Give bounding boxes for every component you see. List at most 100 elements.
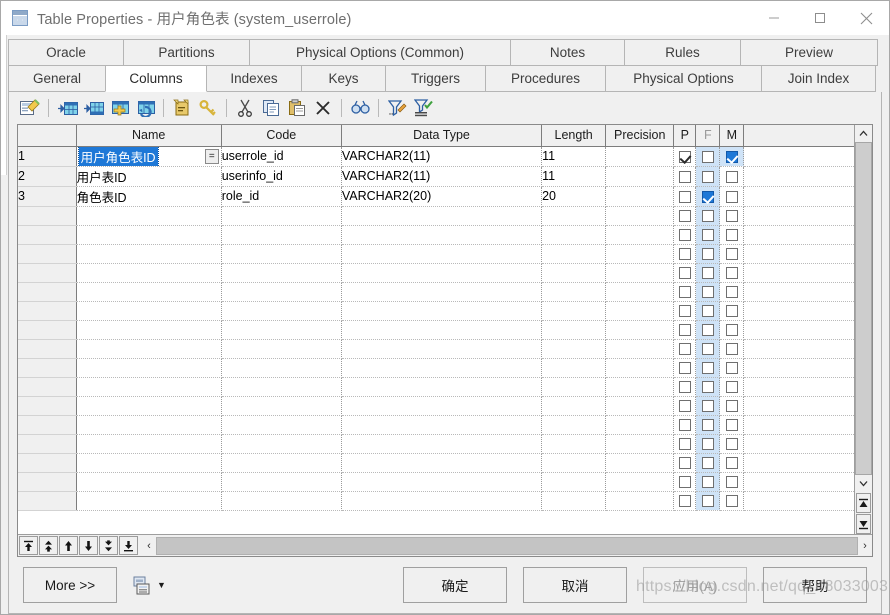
cell-empty[interactable] bbox=[541, 453, 607, 473]
cell-foreign-key-box[interactable] bbox=[701, 495, 714, 508]
table-row-empty[interactable] bbox=[18, 491, 854, 511]
cell-mandatory[interactable] bbox=[719, 415, 745, 435]
cell-empty[interactable] bbox=[541, 282, 607, 302]
cell-empty[interactable] bbox=[605, 339, 675, 359]
cell-mandatory[interactable] bbox=[719, 491, 745, 511]
cell-primary-key-box[interactable] bbox=[678, 150, 691, 163]
cell-primary-key[interactable] bbox=[673, 453, 697, 473]
row-number[interactable]: 3 bbox=[18, 186, 77, 207]
cell-empty[interactable] bbox=[541, 244, 607, 264]
cell-mandatory-box[interactable] bbox=[725, 190, 738, 203]
cell-mandatory[interactable] bbox=[719, 434, 745, 454]
cell-empty[interactable] bbox=[221, 358, 342, 378]
cell-empty[interactable] bbox=[605, 377, 675, 397]
cell-empty[interactable] bbox=[221, 320, 342, 340]
row-number[interactable] bbox=[18, 415, 77, 435]
cell-mandatory-box[interactable] bbox=[725, 457, 738, 470]
cell-primary-key-box[interactable] bbox=[678, 476, 691, 489]
cell-foreign-key[interactable] bbox=[695, 491, 721, 511]
cell-primary-key-box[interactable] bbox=[678, 324, 691, 337]
cell-empty[interactable] bbox=[605, 301, 675, 321]
cell-name[interactable]: 用户表ID bbox=[76, 166, 222, 187]
cell-mandatory-box[interactable] bbox=[725, 248, 738, 261]
cell-empty[interactable] bbox=[76, 339, 222, 359]
more-button[interactable]: More >> bbox=[23, 567, 117, 603]
cell-foreign-key[interactable] bbox=[695, 339, 721, 359]
cell-length[interactable]: 11 bbox=[541, 166, 607, 187]
cell-primary-key-box[interactable] bbox=[678, 229, 691, 242]
cell-foreign-key-box[interactable] bbox=[701, 170, 714, 183]
move-down-button[interactable] bbox=[79, 536, 98, 555]
cell-primary-key-box[interactable] bbox=[678, 438, 691, 451]
cell-foreign-key[interactable] bbox=[695, 396, 721, 416]
cell-mandatory-box[interactable] bbox=[725, 267, 738, 280]
cell-empty[interactable] bbox=[605, 396, 675, 416]
cell-empty[interactable] bbox=[605, 206, 675, 226]
cell-primary-key[interactable] bbox=[673, 358, 697, 378]
cell-empty[interactable] bbox=[221, 339, 342, 359]
replicate-row-icon[interactable] bbox=[132, 96, 158, 120]
cell-empty[interactable] bbox=[341, 358, 543, 378]
move-down-block-button[interactable] bbox=[99, 536, 118, 555]
cell-primary-key[interactable] bbox=[673, 263, 697, 283]
cell-empty[interactable] bbox=[221, 225, 342, 245]
cell-empty[interactable] bbox=[221, 396, 342, 416]
cell-empty[interactable] bbox=[541, 320, 607, 340]
column-header-precision[interactable]: Precision bbox=[605, 125, 675, 147]
cell-mandatory[interactable] bbox=[719, 263, 745, 283]
cell-empty[interactable] bbox=[221, 263, 342, 283]
cell-empty[interactable] bbox=[341, 415, 543, 435]
cell-primary-key-box[interactable] bbox=[678, 400, 691, 413]
scroll-up-icon[interactable] bbox=[855, 125, 872, 142]
cell-empty[interactable] bbox=[76, 472, 222, 492]
tab-physical-options-common[interactable]: Physical Options (Common) bbox=[249, 39, 511, 66]
cell-primary-key-box[interactable] bbox=[678, 210, 691, 223]
cell-primary-key-box[interactable] bbox=[678, 248, 691, 261]
cell-empty[interactable] bbox=[76, 415, 222, 435]
cell-primary-key-box[interactable] bbox=[678, 170, 691, 183]
cell-empty[interactable] bbox=[605, 472, 675, 492]
cell-empty[interactable] bbox=[221, 472, 342, 492]
cell-empty[interactable] bbox=[341, 472, 543, 492]
cell-precision[interactable] bbox=[605, 166, 675, 187]
cell-foreign-key-box[interactable] bbox=[701, 362, 714, 375]
cell-primary-key-box[interactable] bbox=[678, 190, 691, 203]
tab-preview[interactable]: Preview bbox=[740, 39, 878, 66]
column-header-datatype[interactable]: Data Type bbox=[341, 125, 543, 147]
tab-general[interactable]: General bbox=[8, 65, 106, 92]
cell-empty[interactable] bbox=[341, 301, 543, 321]
cell-primary-key-box[interactable] bbox=[678, 381, 691, 394]
cell-data-type[interactable]: VARCHAR2(11) bbox=[341, 166, 543, 187]
table-row-empty[interactable] bbox=[18, 358, 854, 378]
cell-name[interactable]: 角色表ID bbox=[76, 186, 222, 207]
cell-code[interactable]: userrole_id bbox=[221, 146, 342, 167]
delete-icon[interactable] bbox=[310, 96, 336, 120]
table-row-empty[interactable] bbox=[18, 244, 854, 264]
cell-empty[interactable] bbox=[221, 282, 342, 302]
row-number[interactable] bbox=[18, 225, 77, 245]
cell-mandatory[interactable] bbox=[719, 396, 745, 416]
cell-mandatory-box[interactable] bbox=[725, 419, 738, 432]
tab-physical-options[interactable]: Physical Options bbox=[605, 65, 762, 92]
cell-primary-key[interactable] bbox=[673, 339, 697, 359]
cell-empty[interactable] bbox=[341, 491, 543, 511]
cell-empty[interactable] bbox=[605, 434, 675, 454]
cell-mandatory-box[interactable] bbox=[725, 150, 738, 163]
scroll-left-icon[interactable]: ‹ bbox=[142, 540, 156, 552]
cell-foreign-key[interactable] bbox=[695, 358, 721, 378]
cell-primary-key[interactable] bbox=[673, 491, 697, 511]
cell-empty[interactable] bbox=[76, 396, 222, 416]
row-number[interactable] bbox=[18, 301, 77, 321]
table-row-empty[interactable] bbox=[18, 396, 854, 416]
cell-foreign-key-box[interactable] bbox=[701, 248, 714, 261]
cell-primary-key[interactable] bbox=[673, 225, 697, 245]
cell-primary-key[interactable] bbox=[673, 282, 697, 302]
cell-primary-key-box[interactable] bbox=[678, 267, 691, 280]
table-row-empty[interactable] bbox=[18, 434, 854, 454]
cell-mandatory[interactable] bbox=[719, 358, 745, 378]
cell-primary-key-box[interactable] bbox=[678, 286, 691, 299]
table-row-empty[interactable] bbox=[18, 472, 854, 492]
cell-empty[interactable] bbox=[341, 377, 543, 397]
cell-foreign-key-box[interactable] bbox=[701, 150, 714, 163]
cell-mandatory-box[interactable] bbox=[725, 324, 738, 337]
